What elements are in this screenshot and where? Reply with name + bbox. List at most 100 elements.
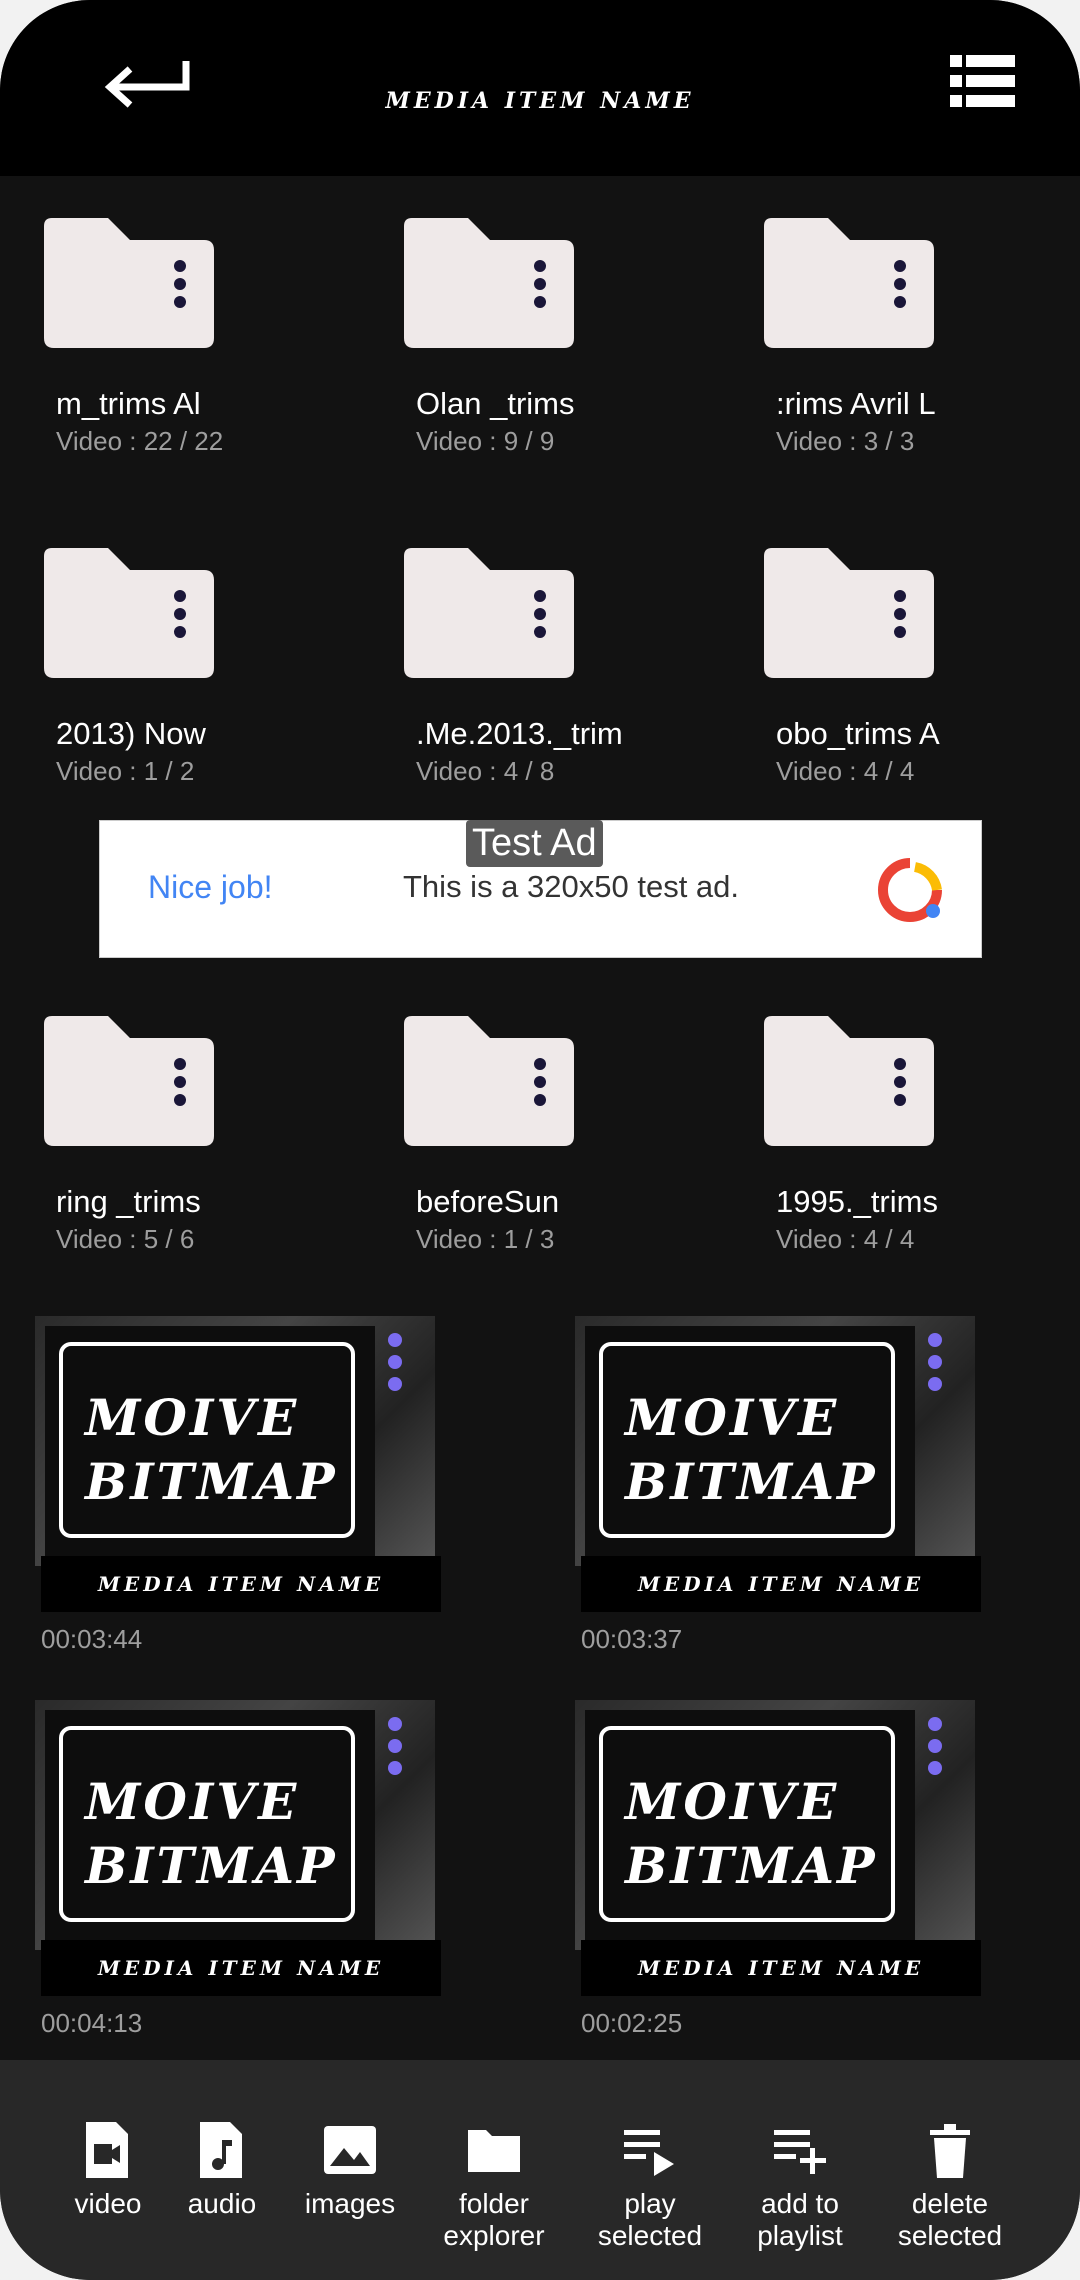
folder-video-count: Video : 3 / 3 — [776, 426, 915, 456]
folder-video-count: Video : 5 / 6 — [56, 1224, 195, 1254]
thumbnail-line-2: BITMAP — [85, 1836, 338, 1895]
nav-label: folder explorer — [443, 2188, 545, 2251]
media-item-name: MEDIA ITEM NAME — [581, 1940, 981, 1996]
folder-name: ring _trims — [56, 1184, 201, 1219]
folder-name: 1995._trims — [776, 1184, 938, 1219]
media-item-name: MEDIA ITEM NAME — [41, 1556, 441, 1612]
folder-icon — [44, 218, 214, 348]
thumbnail-line-1: MOIVE — [625, 1388, 840, 1447]
folder-icon — [44, 1016, 214, 1146]
thumbnail-text: MOIVE BITMAP — [59, 1726, 355, 1922]
ad-body: This is a 320x50 test ad. — [403, 869, 740, 904]
folder-item[interactable]: 1995._trims Video : 4 / 4 — [764, 1016, 1064, 1276]
more-options-icon[interactable] — [387, 1332, 403, 1392]
folder-item[interactable]: beforeSun Video : 1 / 3 — [404, 1016, 704, 1276]
thumbnail-placeholder: MOIVE BITMAP — [585, 1326, 915, 1556]
ad-logo-icon — [878, 858, 942, 922]
thumbnail-text: MOIVE BITMAP — [599, 1342, 895, 1538]
thumbnail-text: MOIVE BITMAP — [599, 1726, 895, 1922]
thumbnail-placeholder: MOIVE BITMAP — [45, 1710, 375, 1940]
video-duration: 00:03:44 — [41, 1624, 143, 1654]
folder-icon — [764, 218, 934, 348]
nav-label: delete selected — [897, 2188, 1003, 2251]
video-item[interactable]: MOIVE BITMAP MEDIA ITEM NAME 00:03:44 — [35, 1316, 455, 1654]
folder-icon — [764, 548, 934, 678]
folder-name: 2013) Now — [56, 716, 206, 751]
test-ad-tag: Test Ad — [466, 820, 603, 867]
top-bar: MEDIA ITEM NAME — [0, 0, 1080, 176]
nav-delete-selected[interactable]: delete selected — [880, 2120, 1020, 2252]
folder-name: beforeSun — [416, 1184, 560, 1219]
more-options-icon[interactable] — [927, 1332, 943, 1392]
folder-video-count: Video : 4 / 4 — [776, 756, 915, 786]
image-icon — [324, 2126, 376, 2174]
more-options-icon[interactable] — [927, 1716, 943, 1776]
folder-name: m_trims Al — [56, 386, 201, 421]
ad-headline: Nice job! — [148, 869, 273, 905]
folder-video-count: Video : 9 / 9 — [416, 426, 555, 456]
list-view-icon[interactable] — [950, 55, 1015, 107]
folder-name: :rims Avril L — [776, 386, 936, 421]
video-item[interactable]: MOIVE BITMAP MEDIA ITEM NAME 00:04:13 — [35, 1700, 455, 2038]
folder-name: Olan _trims — [416, 386, 575, 421]
video-item[interactable]: MOIVE BITMAP MEDIA ITEM NAME 00:02:25 — [575, 1700, 995, 2038]
folder-video-count: Video : 1 / 3 — [416, 1224, 555, 1254]
folder-video-count: Video : 22 / 22 — [56, 426, 224, 456]
more-options-icon[interactable] — [387, 1716, 403, 1776]
media-item-name: MEDIA ITEM NAME — [581, 1556, 981, 1612]
folder-name: .Me.2013._trim — [416, 716, 623, 751]
folder-item[interactable]: Olan _trims Video : 9 / 9 — [404, 218, 704, 478]
folder-icon — [44, 548, 214, 678]
page-title: MEDIA ITEM NAME — [385, 88, 695, 114]
folder-icon — [404, 1016, 574, 1146]
video-file-icon — [86, 2122, 128, 2178]
folder-item[interactable]: :rims Avril L Video : 3 / 3 — [764, 218, 1064, 478]
thumbnail-text: MOIVE BITMAP — [59, 1342, 355, 1538]
video-thumbnail: MOIVE BITMAP — [35, 1316, 435, 1566]
folder-icon — [468, 2130, 520, 2172]
folder-item[interactable]: m_trims Al Video : 22 / 22 — [44, 218, 344, 478]
folder-icon — [764, 1016, 934, 1146]
thumbnail-line-2: BITMAP — [85, 1452, 338, 1511]
video-thumbnail: MOIVE BITMAP — [575, 1316, 975, 1566]
folder-icon — [404, 218, 574, 348]
audio-file-icon — [200, 2122, 242, 2178]
video-duration: 00:02:25 — [581, 2008, 683, 2038]
video-duration: 00:03:37 — [581, 1624, 683, 1654]
folder-video-count: Video : 4 / 8 — [416, 756, 555, 786]
folder-icon — [404, 548, 574, 678]
video-thumbnail: MOIVE BITMAP — [575, 1700, 975, 1950]
thumbnail-line-2: BITMAP — [625, 1836, 878, 1895]
folder-video-count: Video : 4 / 4 — [776, 1224, 915, 1254]
video-duration: 00:04:13 — [41, 2008, 143, 2038]
nav-label: play selected — [597, 2188, 703, 2251]
folder-item[interactable]: 2013) Now Video : 1 / 2 — [44, 548, 344, 808]
thumbnail-line-1: MOIVE — [85, 1772, 300, 1831]
nav-label: add to playlist — [757, 2188, 843, 2251]
folder-video-count: Video : 1 / 2 — [56, 756, 195, 786]
nav-label: images — [304, 2188, 396, 2219]
bottom-toolbar: video audio images folder explorer play … — [0, 2060, 1080, 2280]
thumbnail-line-1: MOIVE — [625, 1772, 840, 1831]
nav-audio[interactable]: audio — [152, 2120, 292, 2220]
nav-images[interactable]: images — [280, 2120, 420, 2220]
video-thumbnail: MOIVE BITMAP — [35, 1700, 435, 1950]
thumbnail-line-1: MOIVE — [85, 1388, 300, 1447]
folder-item[interactable]: .Me.2013._trim Video : 4 / 8 — [404, 548, 704, 808]
playlist-play-icon — [624, 2130, 674, 2176]
nav-play-selected[interactable]: play selected — [580, 2120, 720, 2252]
folder-item[interactable]: obo_trims A Video : 4 / 4 — [764, 548, 1064, 808]
thumbnail-placeholder: MOIVE BITMAP — [45, 1326, 375, 1556]
app-screen: MEDIA ITEM NAME m_trims Al Video : 22 / … — [0, 0, 1080, 2280]
playlist-add-icon — [774, 2130, 826, 2174]
trash-icon — [930, 2124, 970, 2178]
media-item-name: MEDIA ITEM NAME — [41, 1940, 441, 1996]
nav-label: audio — [187, 2188, 257, 2219]
folder-name: obo_trims A — [776, 716, 940, 751]
thumbnail-line-2: BITMAP — [625, 1452, 878, 1511]
nav-add-to-playlist[interactable]: add to playlist — [730, 2120, 870, 2252]
nav-folder-explorer[interactable]: folder explorer — [424, 2120, 564, 2252]
video-item[interactable]: MOIVE BITMAP MEDIA ITEM NAME 00:03:37 — [575, 1316, 995, 1654]
folder-item[interactable]: ring _trims Video : 5 / 6 — [44, 1016, 344, 1276]
thumbnail-placeholder: MOIVE BITMAP — [585, 1710, 915, 1940]
